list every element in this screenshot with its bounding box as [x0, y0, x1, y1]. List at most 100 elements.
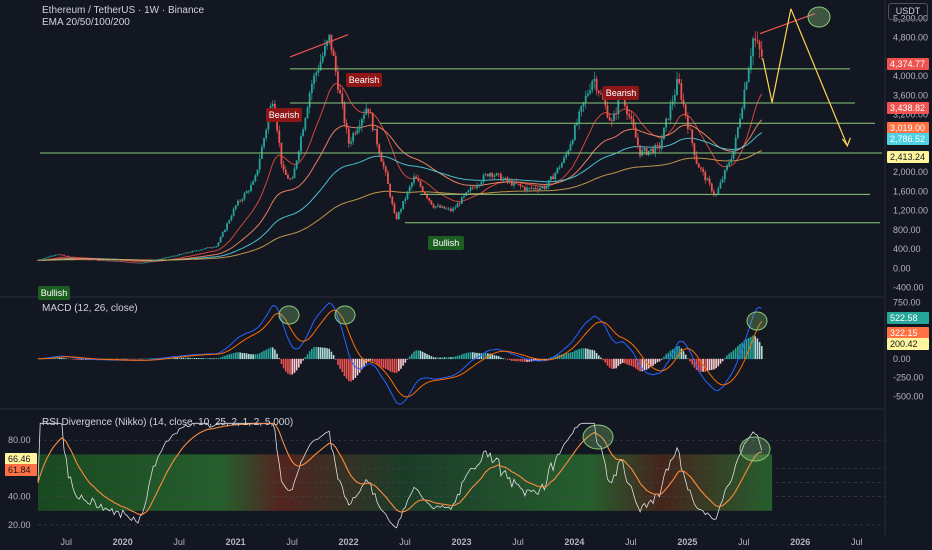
candle-body [78, 258, 81, 260]
candle-body [560, 162, 563, 168]
macd-histogram-bar [311, 348, 313, 360]
candle-body [310, 83, 313, 94]
macd-histogram-bar [208, 358, 211, 360]
candle-body [706, 178, 709, 181]
macd-histogram-bar [684, 354, 687, 360]
candle-body [232, 208, 235, 217]
candle [732, 150, 735, 160]
macd-histogram-bar [634, 358, 637, 369]
candle-body [124, 261, 126, 263]
macd-title: MACD (12, 26, close) [42, 303, 138, 314]
candle-body [347, 128, 350, 144]
macd-histogram-bar [406, 358, 409, 360]
macd-histogram-bar [295, 358, 298, 371]
macd-histogram-bar [274, 349, 276, 360]
macd-histogram-bar [341, 358, 344, 373]
macd-tick: 0.00 [893, 354, 911, 364]
candle-body [163, 257, 165, 259]
candle-body [402, 200, 405, 210]
macd-histogram-bar [424, 352, 426, 360]
candle-body [513, 181, 515, 186]
candle-body [330, 34, 333, 51]
candle-body [695, 155, 698, 164]
candle-body [108, 260, 111, 262]
candle-body [428, 198, 431, 201]
time-label: Jul [286, 537, 298, 547]
macd-histogram-bar [628, 358, 630, 366]
candle-body [676, 78, 678, 96]
candle-body [295, 160, 298, 169]
macd-histogram-bar [465, 353, 467, 360]
candle-body [686, 115, 689, 129]
candle-body [604, 99, 607, 106]
candle-body [667, 118, 670, 120]
candle-body [613, 113, 615, 122]
candle-body [536, 189, 539, 190]
candle-body [526, 187, 528, 191]
candle-body [639, 145, 641, 156]
price-tick: 4,800.00 [893, 33, 928, 43]
candle-body [317, 70, 320, 73]
macd-histogram-bar [189, 357, 191, 360]
macd-histogram-bar [408, 356, 411, 360]
macd-histogram-bar [760, 346, 763, 360]
candle-body [593, 78, 596, 82]
candle-body [741, 108, 744, 119]
candle [150, 260, 152, 262]
time-label: 2021 [226, 537, 246, 547]
candle-body [693, 143, 696, 156]
candle-body [139, 262, 142, 264]
macd-histogram-bar [319, 347, 322, 360]
macd-histogram-bar [224, 355, 226, 360]
candle-body [80, 258, 83, 260]
candle-body [91, 259, 94, 261]
candle-body [363, 114, 365, 119]
candle-body [365, 108, 368, 115]
candle-body [121, 261, 124, 263]
candle-body [200, 249, 202, 251]
candle [180, 253, 183, 255]
candle-body [282, 164, 285, 170]
candle-body [117, 261, 120, 262]
candle-body [554, 172, 557, 180]
macd-histogram-bar [291, 358, 294, 375]
candle-body [389, 183, 392, 197]
candle-body [204, 248, 207, 250]
candle-body [471, 187, 474, 189]
currency-button[interactable]: USDT [888, 3, 928, 20]
candle-body [182, 253, 185, 255]
candle-body [132, 262, 135, 264]
candle [304, 117, 307, 132]
macd-histogram-bar [182, 357, 185, 360]
candle-body [728, 162, 731, 166]
candle-body [93, 259, 96, 261]
macd-histogram-bar [624, 358, 626, 364]
macd-histogram-bar [389, 358, 391, 372]
candle-body [74, 257, 76, 259]
badge-text: 522.58 [890, 313, 918, 323]
candle-body [154, 260, 157, 262]
macd-histogram-bar [298, 358, 300, 368]
macd-histogram-bar [254, 354, 257, 360]
macd-histogram-bar [343, 358, 346, 377]
macd-histogram-bar [354, 358, 357, 378]
macd-histogram-bar [230, 353, 233, 360]
candle-body [150, 261, 152, 262]
macd-histogram-bar [395, 358, 398, 373]
candle-body [104, 260, 107, 262]
macd-histogram-bar [687, 358, 689, 360]
candle-body [456, 203, 459, 208]
candle-body [700, 167, 702, 169]
candle [187, 252, 189, 254]
candle-body [691, 129, 694, 144]
candle-body [393, 203, 396, 214]
candle-body [491, 173, 494, 177]
candle-body [515, 181, 518, 184]
macd-histogram-bar [187, 357, 189, 360]
candle-body [747, 68, 750, 83]
candle-body [591, 81, 594, 91]
candle-body [378, 144, 381, 154]
macd-histogram-bar [608, 358, 611, 368]
candle-body [189, 252, 192, 254]
price-tick: -400.00 [893, 283, 924, 293]
